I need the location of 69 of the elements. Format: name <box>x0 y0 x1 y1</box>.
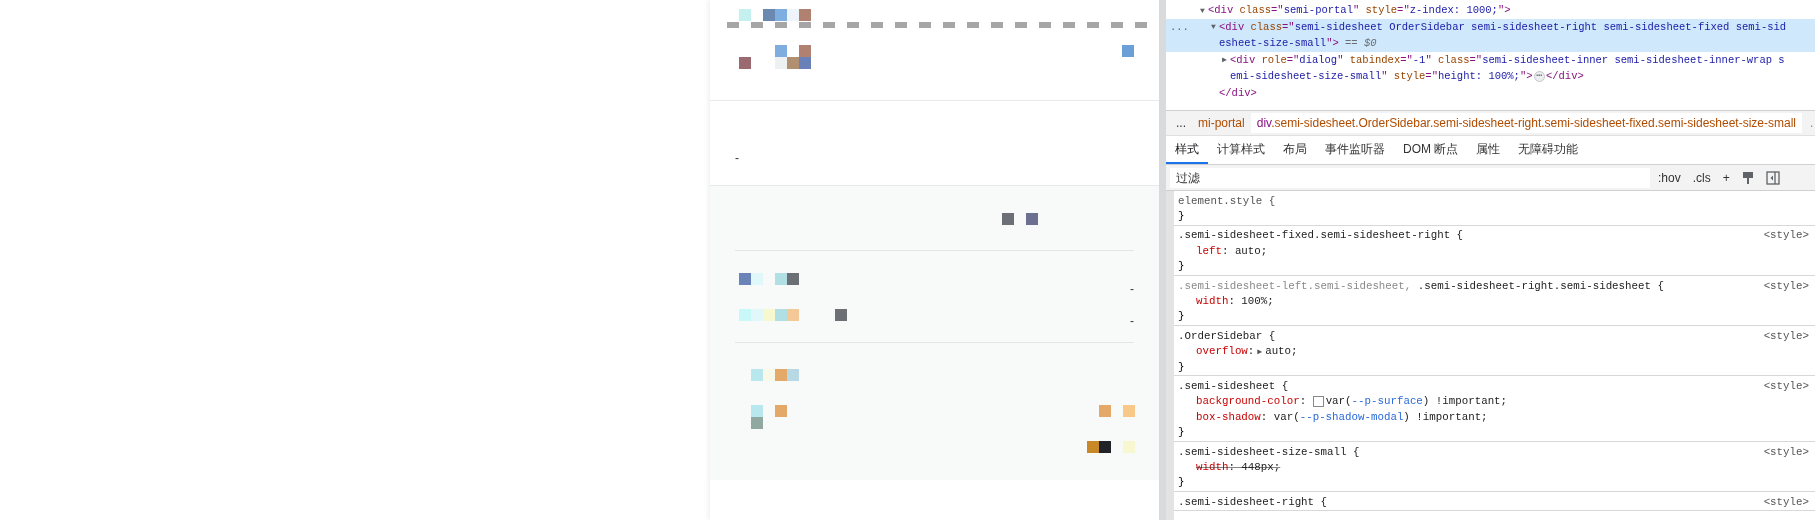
color-swatch[interactable] <box>1312 395 1324 407</box>
panel-tab[interactable]: 布局 <box>1274 136 1316 164</box>
code-text: <div role="dialog" tabindex="-1" class="semi-sidesheet-inner semi-sidesheet-inner-wrap s <box>1230 53 1785 66</box>
expand-arrow-icon[interactable]: ▼ <box>1211 22 1219 32</box>
code-text: <div class="semi-portal" style="z-index: 1000;"> <box>1208 4 1511 17</box>
panel-tab[interactable]: DOM 断点 <box>1394 136 1468 164</box>
source-link[interactable]: <style> <box>1763 495 1815 508</box>
code-text: auto; <box>1265 345 1298 358</box>
code-text: box-shadow: var(--p-shadow-modal) !important; <box>1196 410 1488 423</box>
pixelated-text-drawing <box>1002 213 1038 225</box>
pixelated-text-drawing <box>751 369 799 381</box>
code-text: .semi-sidesheet-right { <box>1178 495 1328 508</box>
pixelated-text-drawing <box>739 45 811 69</box>
code-text: } <box>1178 260 1185 273</box>
source-link[interactable]: <style> <box>1763 329 1815 342</box>
code-text: element.style { <box>1178 194 1276 207</box>
source-link[interactable]: <style> <box>1763 229 1815 242</box>
code-text: </div> <box>1545 70 1584 83</box>
value-text: - <box>735 151 739 165</box>
expand-arrow-icon[interactable]: ▶ <box>1254 346 1266 356</box>
expand-arrow-icon[interactable]: ▼ <box>1200 5 1208 15</box>
node-menu-dots[interactable]: ... <box>1170 20 1189 33</box>
panel-tab[interactable]: 计算样式 <box>1208 136 1274 164</box>
expand-arrow-icon[interactable]: ▶ <box>1222 55 1230 65</box>
code-text: .semi-sidesheet-left.semi-sidesheet, .semi-sidesheet-right.semi-sidesheet { <box>1178 279 1664 292</box>
sidebar-toggle-icon[interactable] <box>1765 170 1780 185</box>
code-text: var(--p-surface) !important; <box>1325 395 1508 408</box>
code-text: .OrderSidebar { <box>1178 329 1276 342</box>
panel-tab[interactable]: 无障碍功能 <box>1509 136 1588 164</box>
pixelated-text-drawing <box>751 405 787 429</box>
toolbar-button[interactable]: :hov <box>1654 170 1685 185</box>
code-text: width: 100%; <box>1196 295 1274 308</box>
code-text: left: auto; <box>1196 244 1268 257</box>
code-text: } <box>1178 426 1185 439</box>
code-text: .semi-sidesheet-fixed.semi-sidesheet-right { <box>1178 229 1464 242</box>
toolbar-button[interactable]: + <box>1718 170 1734 185</box>
pixelated-text-drawing <box>1099 405 1135 417</box>
selected-node-highlight[interactable]: ... ▼ <div class="semi-sidesheet OrderSidebar semi-sidesheet-right semi-sidesheet-fixed semi-sid esheet-size-small"> == $0 <box>1166 18 1815 52</box>
source-link[interactable]: <style> <box>1763 279 1815 292</box>
code-text: <div class="semi-sidesheet OrderSidebar semi-sidesheet-right semi-sidesheet-fixed semi-sid <box>1219 20 1787 33</box>
code-text: esheet-size-small"> == $0 <box>1219 37 1377 50</box>
code-text: } <box>1178 310 1185 323</box>
code-text: } <box>1178 360 1185 373</box>
code-text: </div> <box>1219 86 1257 99</box>
code-text: } <box>1178 476 1185 489</box>
code-text: } <box>1178 210 1185 223</box>
value-text: - <box>1130 282 1134 296</box>
pixelated-text-drawing <box>1087 441 1135 453</box>
breadcrumb-item[interactable]: mi-portal <box>1192 113 1251 133</box>
panel-tab[interactable]: 属性 <box>1467 136 1510 164</box>
scrollbar[interactable] <box>1159 0 1166 520</box>
code-text: background-color: <box>1196 395 1308 408</box>
code-text: overflow: <box>1196 345 1255 358</box>
ellipsis-button[interactable]: ⋯ <box>1533 70 1545 82</box>
code-text: .semi-sidesheet-size-small { <box>1178 445 1360 458</box>
pixelated-text-drawing <box>739 273 799 285</box>
pixelated-text-drawing <box>1122 45 1134 57</box>
panel-tab[interactable]: 事件监听器 <box>1316 136 1394 164</box>
toolbar-button[interactable]: .cls <box>1688 170 1715 185</box>
breadcrumb-item[interactable]: div.semi-sidesheet.OrderSidebar.semi-sidesheet-right.semi-sidesheet-fixed.semi-sidesheet-size-small <box>1250 113 1803 133</box>
filter-field[interactable]: 过滤 <box>1170 167 1650 188</box>
code-text: .semi-sidesheet { <box>1178 380 1289 392</box>
paint-brush-icon[interactable] <box>1741 170 1754 185</box>
source-link[interactable]: <style> <box>1763 380 1815 392</box>
source-link[interactable]: <style> <box>1763 445 1815 458</box>
code-text: emi-sidesheet-size-small" style="height: 100%;"> <box>1230 70 1533 83</box>
value-text: - <box>1130 314 1134 328</box>
code-text: width: 448px; <box>1196 460 1281 473</box>
breadcrumb-more[interactable]: ... <box>1166 116 1192 130</box>
